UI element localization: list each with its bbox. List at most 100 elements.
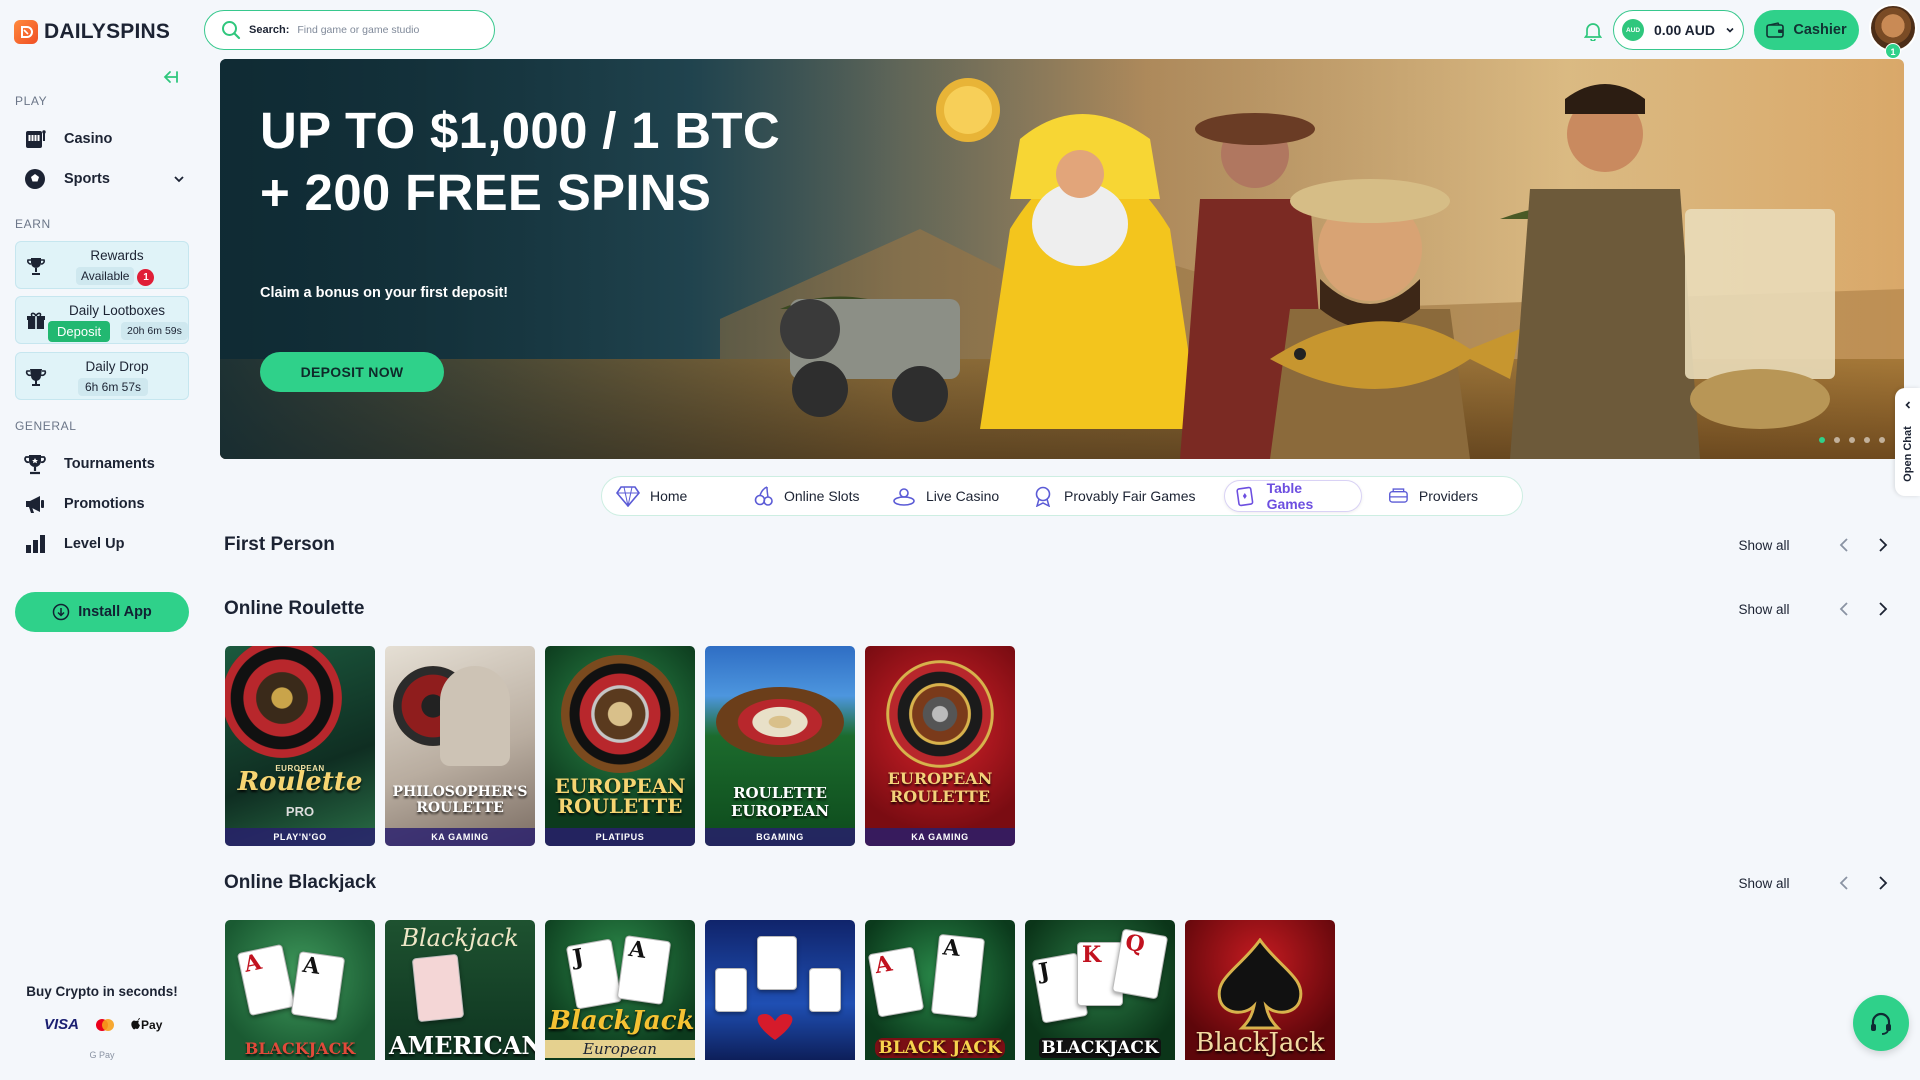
playing-card-image: [809, 968, 841, 1012]
cards-icon: [1236, 486, 1254, 507]
carousel-dot[interactable]: [1819, 437, 1825, 443]
sidebar-item-label: Level Up: [64, 536, 125, 552]
cashier-label: Cashier: [1793, 22, 1847, 38]
playing-card-image: A: [867, 946, 925, 1018]
first-person-next-button[interactable]: [1870, 530, 1896, 560]
game-provider: PLATIPUS: [545, 828, 695, 846]
game-card[interactable]: EUROPEAN ROULETTE PLATIPUS: [545, 646, 695, 846]
game-card[interactable]: PHILOSOPHER'S ROULETTE KA GAMING: [385, 646, 535, 846]
carousel-dots: [1819, 437, 1885, 443]
game-card[interactable]: J A BlackJack European: [545, 920, 695, 1060]
tab-live-casino[interactable]: Live Casino: [882, 480, 1012, 512]
game-card[interactable]: EUROPEAN Roulette PRO PLAY'N'GO: [225, 646, 375, 846]
blackjack-prev-button[interactable]: [1831, 868, 1857, 898]
daily-lootboxes-card[interactable]: Daily Lootboxes Deposit 20h 6m 59s: [15, 296, 189, 344]
carousel-dot[interactable]: [1849, 437, 1855, 443]
game-card[interactable]: A A BLACKJACK: [225, 920, 375, 1060]
balance-selector[interactable]: AUD 0.00 AUD: [1613, 10, 1744, 50]
megaphone-icon: [22, 491, 48, 517]
sidebar-item-tournaments[interactable]: Tournaments: [22, 448, 192, 480]
search-label: Search:: [249, 24, 290, 36]
roulette-show-all-button[interactable]: Show all: [1722, 594, 1806, 624]
install-app-button[interactable]: Install App: [15, 592, 189, 632]
playing-card-image: Q: [1111, 928, 1169, 1000]
bar-chart-icon: [22, 531, 48, 557]
daily-drop-card[interactable]: Daily Drop 6h 6m 57s: [15, 352, 189, 400]
general-section-label: GENERAL: [15, 419, 77, 433]
hero-title-line2: + 200 FREE SPINS: [260, 164, 712, 221]
google-pay-logo: G Pay: [89, 1050, 115, 1060]
rewards-card[interactable]: Rewards Available 1: [15, 241, 189, 289]
game-card[interactable]: Blackjack AMERICAN: [385, 920, 535, 1060]
sidebar-item-sports[interactable]: Sports: [22, 163, 192, 195]
apple-pay-logo: Pay: [131, 1017, 162, 1032]
search-bar[interactable]: Search:: [204, 10, 495, 50]
hero-title-line1: UP TO $1,000 / 1 BTC: [260, 102, 781, 159]
game-title: PHILOSOPHER'S ROULETTE: [392, 784, 528, 816]
cup-icon: [24, 365, 48, 389]
tab-home[interactable]: Home: [606, 480, 726, 512]
tab-table-games[interactable]: Table Games: [1224, 480, 1362, 512]
game-card[interactable]: A A BLACK JACK: [865, 920, 1015, 1060]
game-title: BlackJack: [549, 1006, 695, 1036]
sidebar-item-casino[interactable]: Casino: [22, 123, 192, 155]
sidebar-item-label: Sports: [64, 171, 110, 187]
heart-icon: [757, 1014, 793, 1040]
sidebar-item-level-up[interactable]: Level Up: [22, 528, 192, 560]
search-input[interactable]: [297, 24, 468, 36]
search-icon: [222, 21, 241, 40]
chevron-down-icon: [1726, 27, 1734, 33]
roulette-prev-button[interactable]: [1831, 594, 1857, 624]
game-provider: KA GAMING: [385, 828, 535, 846]
open-chat-tab[interactable]: Open Chat: [1895, 388, 1920, 496]
chevron-left-icon: [1905, 401, 1911, 409]
game-card[interactable]: EUROPEAN ROULETTE KA GAMING: [865, 646, 1015, 846]
sidebar-item-promotions[interactable]: Promotions: [22, 488, 192, 520]
tab-providers[interactable]: Providers: [1378, 480, 1488, 512]
spade-icon: [1217, 938, 1303, 1030]
wallet-icon: [1766, 22, 1785, 38]
cashier-button[interactable]: Cashier: [1754, 10, 1859, 50]
lootboxes-title: Daily Lootboxes: [68, 303, 166, 318]
chevron-left-icon: [1839, 538, 1848, 552]
online-blackjack-title: Online Blackjack: [224, 872, 377, 893]
apple-icon: [131, 1017, 141, 1029]
play-section-label: PLAY: [15, 94, 48, 108]
game-card[interactable]: [705, 920, 855, 1060]
tab-provably-fair-games[interactable]: Provably Fair Games: [1022, 480, 1214, 512]
buy-crypto-title: Buy Crypto in seconds!: [26, 984, 178, 999]
collapse-arrow-icon: [163, 71, 178, 83]
chevron-down-icon: [174, 176, 184, 183]
roulette-wheel-image: [716, 687, 844, 757]
roulette-next-button[interactable]: [1870, 594, 1896, 624]
support-chat-button[interactable]: [1853, 995, 1909, 1051]
deposit-chip[interactable]: Deposit: [48, 321, 111, 342]
mastercard-logo-icon: [96, 1018, 115, 1031]
carousel-dot[interactable]: [1864, 437, 1870, 443]
game-card[interactable]: ROULETTE EUROPEAN BGAMING: [705, 646, 855, 846]
game-subtitle: PRO: [285, 804, 315, 819]
game-provider: KA GAMING: [865, 828, 1015, 846]
tab-online-slots[interactable]: Online Slots: [744, 480, 876, 512]
slot-machine-icon: [22, 126, 48, 152]
brand-logo[interactable]: DAILYSPINS: [14, 20, 170, 44]
first-person-show-all-button[interactable]: Show all: [1722, 530, 1806, 560]
deposit-now-button[interactable]: DEPOSIT NOW: [260, 352, 444, 392]
game-card[interactable]: BlackJack: [1185, 920, 1335, 1060]
playing-card-image: [715, 968, 747, 1012]
collapse-sidebar-button[interactable]: [158, 64, 184, 90]
carousel-dot[interactable]: [1834, 437, 1840, 443]
chevron-right-icon: [1879, 602, 1888, 616]
game-title: EUROPEAN ROULETTE: [554, 774, 686, 818]
blackjack-show-all-button[interactable]: Show all: [1722, 868, 1806, 898]
playing-card-image: J: [565, 938, 623, 1010]
game-title: BLACKJACK: [244, 1039, 356, 1058]
trophy-icon: [22, 451, 48, 477]
hero-banner[interactable]: UP TO $1,000 / 1 BTC + 200 FREE SPINS Cl…: [220, 59, 1904, 459]
providers-icon: [1389, 488, 1408, 503]
blackjack-next-button[interactable]: [1870, 868, 1896, 898]
game-card[interactable]: J K Q BLACKJACK: [1025, 920, 1175, 1060]
notifications-bell[interactable]: [1580, 18, 1606, 44]
first-person-prev-button[interactable]: [1831, 530, 1857, 560]
carousel-dot[interactable]: [1879, 437, 1885, 443]
